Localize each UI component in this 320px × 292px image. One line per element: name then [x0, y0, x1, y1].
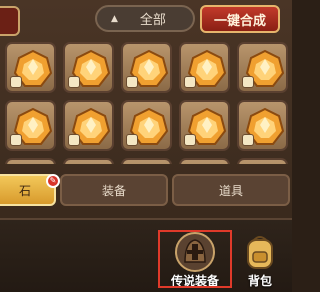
inventory-slot[interactable] — [237, 42, 288, 93]
lock-icon — [68, 134, 80, 146]
inventory-slot[interactable] — [63, 100, 114, 151]
tab-label: 石 — [18, 183, 31, 198]
lock-icon — [68, 76, 80, 88]
lock-icon — [10, 76, 22, 88]
inventory-slot[interactable] — [5, 158, 56, 164]
lock-icon — [184, 76, 196, 88]
inventory-slot[interactable] — [5, 100, 56, 151]
lock-icon — [126, 76, 138, 88]
tab-label: 道具 — [218, 183, 243, 198]
inventory-slot[interactable] — [237, 100, 288, 151]
triangle-up-icon: ▲ — [111, 13, 118, 24]
inventory-slot[interactable] — [179, 42, 230, 93]
tab-equipment[interactable]: 装备 — [60, 174, 168, 206]
lock-icon — [184, 134, 196, 146]
nav-label: 背包 — [247, 274, 272, 288]
inventory-slot[interactable] — [179, 100, 230, 151]
category-tabs: 石 ✎ 装备 道具 — [0, 170, 292, 210]
inventory-grid — [0, 40, 292, 164]
inventory-slot[interactable] — [121, 100, 172, 151]
inventory-slot[interactable] — [121, 42, 172, 93]
filter-label: 全部 — [139, 13, 166, 28]
inventory-slot[interactable] — [179, 158, 230, 164]
tab-label: 装备 — [101, 183, 126, 198]
bag-icon — [247, 236, 273, 269]
filter-dropdown[interactable]: ▲ 全部 — [95, 5, 195, 32]
inventory-panel: ▲ 全部 一键合成 石 ✎ 装备 道具 — [0, 0, 292, 218]
nav-backpack[interactable]: 背包 — [228, 230, 292, 290]
lock-icon — [242, 76, 254, 88]
inventory-slot[interactable] — [63, 158, 114, 164]
lock-icon — [10, 134, 22, 146]
tab-items[interactable]: 道具 — [172, 174, 290, 206]
inventory-slot[interactable] — [5, 42, 56, 93]
tab-stone[interactable]: 石 ✎ — [0, 174, 60, 206]
selection-highlight — [158, 230, 232, 288]
lock-icon — [242, 134, 254, 146]
lock-icon — [126, 134, 138, 146]
edit-badge-icon: ✎ — [46, 174, 60, 188]
inventory-slot[interactable] — [63, 42, 114, 93]
inventory-slot[interactable] — [121, 158, 172, 164]
combine-all-button[interactable]: 一键合成 — [200, 5, 280, 33]
bottom-nav-bar: 传说装备 背包 — [0, 218, 292, 292]
inventory-slot[interactable] — [237, 158, 288, 164]
header-left-tab[interactable] — [0, 6, 20, 36]
